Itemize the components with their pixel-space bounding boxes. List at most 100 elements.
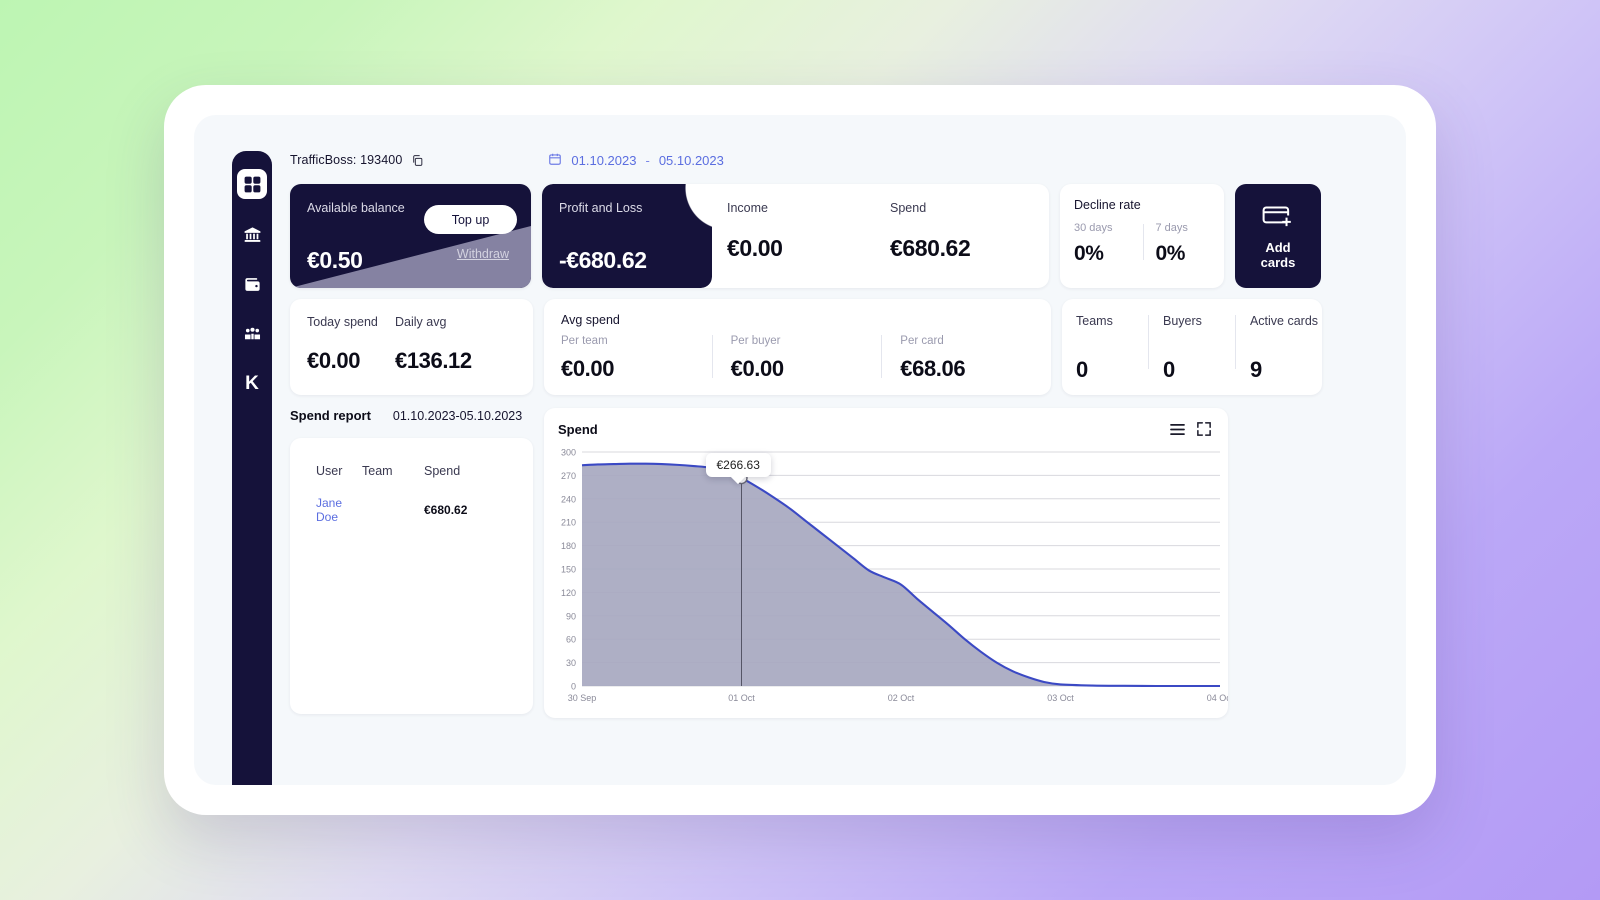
column-header-spend[interactable]: Spend: [424, 460, 533, 494]
main-content: TrafficBoss: 193400 01.10.2023 - 05.10.2…: [290, 147, 1384, 785]
available-balance-label: Available balance: [307, 201, 405, 215]
kpi-row-1: Available balance €0.50 Top up Withdraw …: [290, 184, 1384, 288]
per-buyer-label: Per buyer: [730, 335, 781, 347]
fullscreen-expand-icon[interactable]: [1197, 422, 1211, 436]
today-spend-metric: Today spend €0.00: [307, 315, 395, 395]
account-label: TrafficBoss: 193400: [290, 153, 403, 167]
spend-label: Spend: [890, 201, 927, 215]
daily-avg-value: €136.12: [395, 348, 472, 373]
chart-tooltip: €266.63: [705, 453, 771, 477]
avg-per-card: Per card €68.06: [900, 335, 1051, 382]
hamburger-menu-icon[interactable]: [1170, 423, 1185, 436]
people-icon: [244, 327, 260, 339]
row-spend: €680.62: [424, 503, 468, 517]
chart-title: Spend: [558, 422, 598, 437]
active-cards-label: Active cards: [1249, 314, 1319, 328]
svg-text:180: 180: [561, 541, 576, 551]
row-user[interactable]: Jane Doe: [316, 496, 342, 524]
per-card-value: €68.06: [900, 356, 966, 381]
active-cards-value: 9: [1249, 357, 1262, 382]
income-metric: Income €0.00: [727, 184, 783, 262]
profit-loss-amount: -€680.62: [559, 247, 647, 273]
add-cards-line2: cards: [1260, 254, 1296, 270]
daily-avg-metric: Daily avg €136.12: [395, 315, 483, 395]
svg-text:02 Oct: 02 Oct: [888, 693, 915, 703]
divider: [1235, 315, 1236, 369]
sidebar-item-wallet[interactable]: [237, 269, 267, 299]
buyers-label: Buyers: [1162, 314, 1202, 328]
avg-per-buyer: Per buyer €0.00: [731, 335, 882, 382]
bottom-section: Spend report 01.10.2023-05.10.2023 User …: [290, 408, 1384, 718]
withdraw-link[interactable]: Withdraw: [457, 247, 509, 261]
grid-icon: [244, 176, 260, 192]
add-cards-button[interactable]: Add cards: [1235, 184, 1321, 288]
card-plus-icon: [1262, 205, 1291, 226]
chart-area-fill: [582, 463, 1220, 687]
decline-7-days: 7 days 0%: [1155, 222, 1224, 266]
app-window: K TrafficBoss: 193400 01.10.2023 - 05.10…: [194, 115, 1406, 785]
available-balance-amount: €0.50: [307, 247, 363, 273]
add-cards-line1: Add: [1265, 239, 1291, 255]
svg-text:30 Sep: 30 Sep: [568, 693, 597, 703]
spend-report-card: User Team Spend Jane Doe €680.62: [290, 438, 533, 714]
chart-x-axis-labels: 30 Sep 01 Oct 02 Oct 03 Oct 04 Oct: [568, 693, 1228, 703]
today-spend-value: €0.00: [307, 348, 361, 373]
teams-value: 0: [1076, 357, 1088, 382]
spend-report-date-range: 01.10.2023-05.10.2023: [392, 409, 523, 423]
copy-icon[interactable]: [411, 154, 424, 167]
teams-label: Teams: [1076, 314, 1113, 328]
date-range-picker[interactable]: 01.10.2023 - 05.10.2023: [548, 152, 724, 169]
sidebar-item-label: K: [245, 373, 259, 394]
sidebar: K: [232, 151, 272, 785]
today-spend-label: Today spend: [307, 315, 378, 329]
sidebar-item-brand[interactable]: K: [237, 369, 267, 399]
avg-per-team: Per team €0.00: [561, 335, 712, 382]
calendar-icon: [548, 152, 562, 169]
divider: [711, 335, 713, 378]
svg-text:300: 300: [561, 448, 576, 458]
buyers-value: 0: [1162, 357, 1175, 382]
date-to: 05.10.2023: [658, 152, 724, 168]
divider: [1148, 315, 1149, 369]
chart-toolbar: [1170, 422, 1211, 436]
sidebar-item-dashboard[interactable]: [237, 169, 267, 199]
profit-loss-card: Profit and Loss -€680.62 Income €0.00 Sp…: [542, 184, 1049, 288]
teams-count: Teams 0: [1076, 314, 1148, 395]
svg-text:240: 240: [561, 494, 576, 504]
profit-loss-label: Profit and Loss: [559, 201, 643, 215]
top-up-button[interactable]: Top up: [424, 205, 517, 234]
per-card-label: Per card: [900, 335, 944, 347]
column-header-user[interactable]: User: [290, 460, 362, 494]
date-separator: -: [645, 152, 650, 168]
wallet-icon: [244, 277, 260, 291]
svg-text:01 Oct: 01 Oct: [728, 693, 755, 703]
svg-text:270: 270: [561, 471, 576, 481]
chart-y-axis-labels: 0 30 60 90 120 150 180 210 240 270 300: [561, 448, 576, 692]
svg-text:04 Oct: 04 Oct: [1207, 693, 1228, 703]
sidebar-item-bank[interactable]: [237, 219, 267, 249]
daily-avg-label: Daily avg: [395, 315, 447, 329]
column-header-team[interactable]: Team: [362, 460, 424, 494]
add-cards-caption: Add cards: [1261, 240, 1296, 270]
income-label: Income: [727, 201, 768, 215]
spend-chart-plot[interactable]: 0 30 60 90 120 150 180 210 240 270 300 30 Sep 01 Oc…: [544, 444, 1228, 718]
income-value: €0.00: [727, 235, 783, 261]
spend-report-title: Spend report: [290, 408, 371, 423]
spend-chart-card: Spend €266.63 030 60 90 120 150 180 210 …: [544, 408, 1228, 718]
per-team-value: €0.00: [561, 356, 615, 381]
svg-text:03 Oct: 03 Oct: [1047, 693, 1074, 703]
svg-text:120: 120: [561, 588, 576, 598]
sidebar-item-teams[interactable]: [237, 319, 267, 349]
bank-icon: [244, 226, 260, 242]
svg-text:30: 30: [566, 658, 576, 668]
kpi-row-2: Today spend €0.00 Daily avg €136.12 Avg …: [290, 299, 1384, 395]
decline-rate-card: Decline rate 30 days 0% 7 days 0%: [1060, 184, 1224, 288]
device-frame: K TrafficBoss: 193400 01.10.2023 - 05.10…: [164, 85, 1436, 815]
table-row[interactable]: Jane Doe €680.62: [290, 494, 533, 526]
avg-spend-title: Avg spend: [561, 313, 620, 327]
decline-rate-title: Decline rate: [1074, 198, 1141, 212]
spend-report-table: User Team Spend Jane Doe €680.62: [290, 460, 533, 526]
table-header-row: User Team Spend: [290, 460, 533, 494]
spend-metric: Spend €680.62: [890, 184, 971, 262]
decline-30-value: 0%: [1074, 242, 1104, 265]
